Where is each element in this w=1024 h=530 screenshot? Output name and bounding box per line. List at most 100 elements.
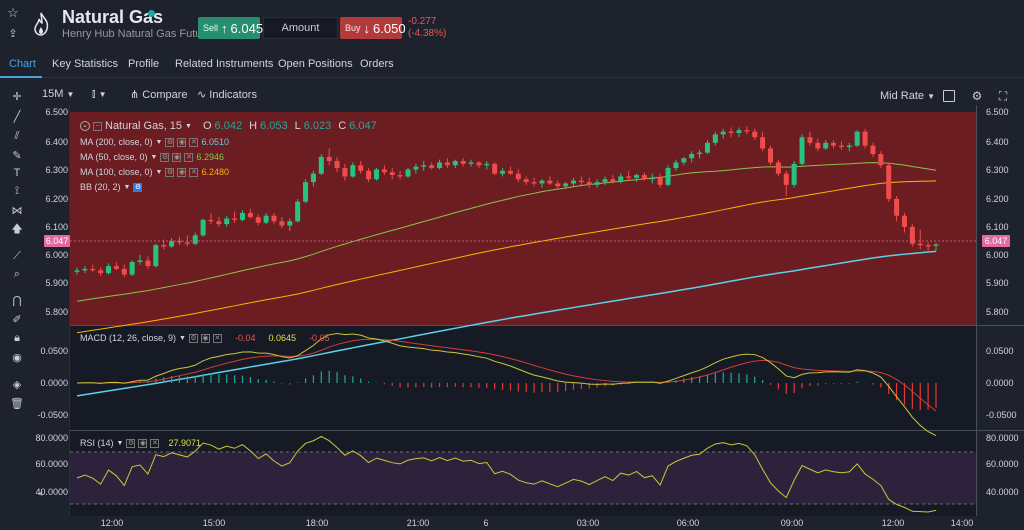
candle-body xyxy=(232,218,238,220)
legend-open: 6.042 xyxy=(214,120,243,132)
settings-icon[interactable]: ⚙ xyxy=(126,438,136,448)
close-icon[interactable]: ✕ xyxy=(184,152,194,162)
last-price-label-right: 6.047 xyxy=(985,236,1008,246)
candle-body xyxy=(476,162,482,166)
settings-icon[interactable]: ⚙ xyxy=(188,333,198,343)
settings-icon[interactable]: ⚙ xyxy=(165,167,175,177)
candle-body xyxy=(815,142,821,149)
candle-body xyxy=(917,243,923,246)
candle-body xyxy=(681,158,687,163)
time-tick: 6 xyxy=(483,518,488,528)
legend-collapse-icon[interactable]: − xyxy=(93,121,102,131)
candle-body xyxy=(594,182,600,185)
chevron-down-icon[interactable]: ▼ xyxy=(124,184,131,191)
indicator-row-ma200[interactable]: MA (200, close, 0) ▼ ⚙ ◉ ✕ 6.0510 xyxy=(80,137,229,147)
candle-body xyxy=(563,183,569,187)
candle-body xyxy=(429,165,435,169)
time-tick: 21:00 xyxy=(407,518,430,528)
indicator-row-bb[interactable]: BB (20, 2) ▼ ⚙ xyxy=(80,182,143,192)
candle-body xyxy=(586,182,592,185)
macd-tick: 0.0000 xyxy=(986,378,1014,388)
candle-body xyxy=(366,170,372,180)
eye-icon[interactable]: ◉ xyxy=(138,438,148,448)
last-price-label-left: 6.047 xyxy=(46,236,69,246)
settings-icon[interactable]: ⚙ xyxy=(165,137,175,147)
indicator-label: MA (200, close, 0) xyxy=(80,137,153,147)
macd-legend[interactable]: MACD (12, 26, close, 9) ▼ ⚙ ◉ ✕ -0.04 0.064… xyxy=(80,333,330,343)
price-tick: 6.400 xyxy=(986,137,1009,147)
close-icon[interactable]: ✕ xyxy=(150,438,160,448)
candle-body xyxy=(413,166,419,170)
chevron-down-icon[interactable]: ▼ xyxy=(151,154,158,161)
candle-body xyxy=(752,131,758,138)
candle-body xyxy=(153,245,159,267)
candle-body xyxy=(444,162,450,166)
candle-body xyxy=(405,169,411,177)
price-tick: 6.100 xyxy=(986,222,1009,232)
price-tick: 6.500 xyxy=(45,107,68,117)
candle-body xyxy=(665,168,671,185)
time-tick: 09:00 xyxy=(781,518,804,528)
chart-canvas[interactable]: 6.500 6.400 6.300 6.200 6.100 6.000 5.90… xyxy=(0,0,1024,530)
candle-body xyxy=(720,131,726,135)
candle-body xyxy=(492,163,498,174)
candle-body xyxy=(334,161,340,169)
settings-icon[interactable]: ⚙ xyxy=(133,182,143,192)
price-tick: 6.000 xyxy=(986,250,1009,260)
candle-body xyxy=(239,212,245,220)
time-axis: 12:00 15:00 18:00 21:00 6 03:00 06:00 09… xyxy=(101,518,974,528)
chevron-down-icon[interactable]: ▼ xyxy=(156,169,163,176)
candle-body xyxy=(82,268,88,271)
eye-icon[interactable]: ◉ xyxy=(172,152,182,162)
candle-body xyxy=(602,179,608,183)
chevron-down-icon[interactable]: ▼ xyxy=(156,139,163,146)
eye-icon[interactable]: ◉ xyxy=(177,167,187,177)
indicator-row-ma100[interactable]: MA (100, close, 0) ▼ ⚙ ◉ ✕ 6.2480 xyxy=(80,167,229,177)
macd-tick: -0.0500 xyxy=(986,410,1017,420)
settings-icon[interactable]: ⚙ xyxy=(160,152,170,162)
close-icon[interactable]: ✕ xyxy=(189,167,199,177)
close-icon[interactable]: ✕ xyxy=(189,137,199,147)
rsi-legend[interactable]: RSI (14) ▼ ⚙ ◉ ✕ 27.9071 xyxy=(80,438,201,448)
candle-body xyxy=(807,137,813,143)
candle-body xyxy=(373,169,379,180)
candle-body xyxy=(208,219,214,222)
candle-body xyxy=(901,215,907,227)
rsi-value: 27.9071 xyxy=(168,438,201,448)
candle-body xyxy=(342,168,348,177)
price-tick: 6.100 xyxy=(45,222,68,232)
candle-body xyxy=(381,169,387,173)
candle-body xyxy=(468,162,474,164)
eye-icon[interactable]: ◉ xyxy=(200,333,210,343)
price-tick: 6.200 xyxy=(45,194,68,204)
rsi-tick: 80.0000 xyxy=(986,433,1019,443)
candle-body xyxy=(263,215,269,223)
time-tick: 12:00 xyxy=(101,518,124,528)
legend-chevron-icon[interactable]: ⌄ xyxy=(80,121,90,131)
candle-body xyxy=(484,163,490,166)
candle-body xyxy=(452,161,458,166)
candle-body xyxy=(216,221,222,225)
candle-body xyxy=(303,182,309,202)
candle-body xyxy=(318,156,324,174)
chevron-down-icon[interactable]: ▼ xyxy=(185,123,192,130)
candle-body xyxy=(846,145,852,148)
candle-body xyxy=(421,165,427,167)
candle-body xyxy=(878,154,884,166)
macd-tick: 0.0000 xyxy=(40,378,68,388)
legend-close: 6.047 xyxy=(349,120,377,132)
candle-body xyxy=(287,221,293,226)
candle-body xyxy=(578,180,584,183)
indicator-row-ma50[interactable]: MA (50, close, 0) ▼ ⚙ ◉ ✕ 6.2946 xyxy=(80,152,224,162)
candle-body xyxy=(854,131,860,146)
price-axis-right: 6.500 6.400 6.300 6.200 6.100 6.000 5.90… xyxy=(986,107,1019,497)
eye-icon[interactable]: ◉ xyxy=(177,137,187,147)
chevron-down-icon[interactable]: ▼ xyxy=(179,335,186,342)
candle-body xyxy=(823,142,829,149)
chevron-down-icon[interactable]: ▼ xyxy=(117,440,124,447)
price-tick: 6.400 xyxy=(45,137,68,147)
candle-body xyxy=(925,245,931,247)
legend-c-label: C xyxy=(338,120,347,132)
time-tick: 15:00 xyxy=(203,518,226,528)
close-icon[interactable]: ✕ xyxy=(212,333,222,343)
